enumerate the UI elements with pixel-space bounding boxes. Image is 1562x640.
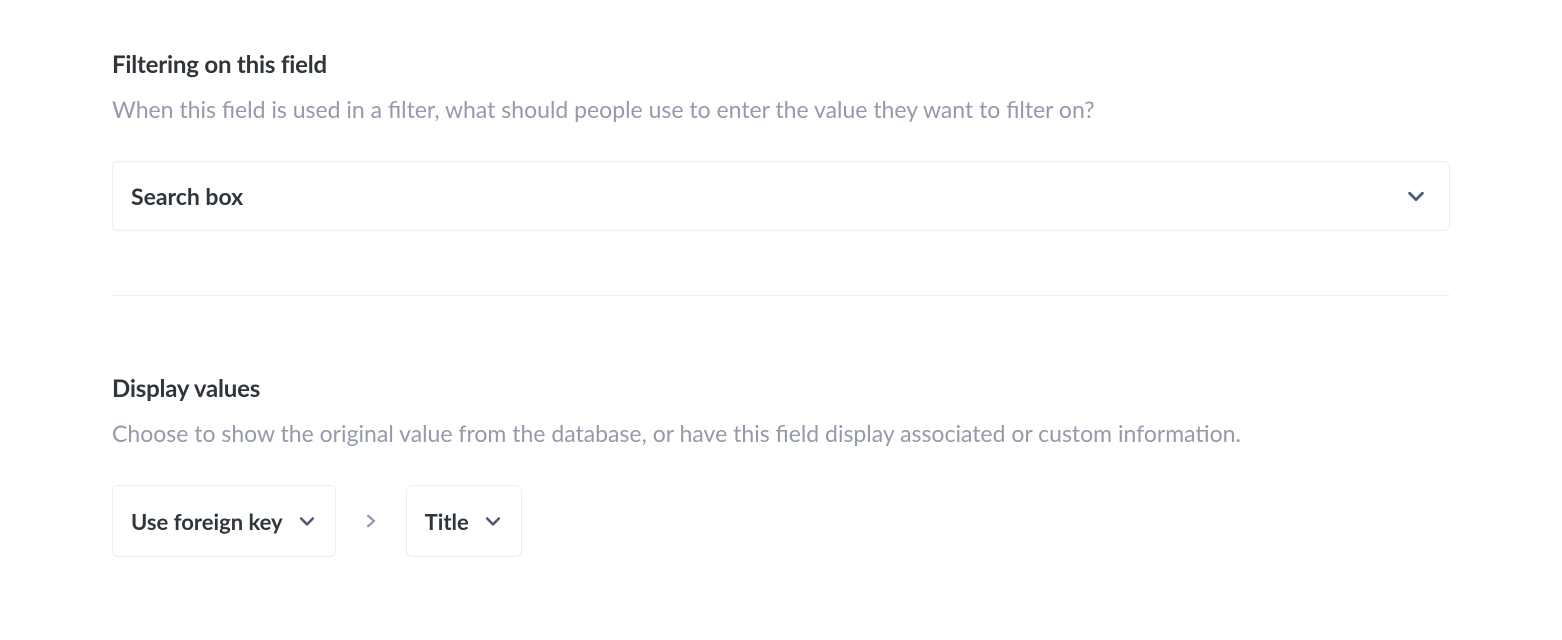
- display-values-title: Display values: [112, 374, 1450, 403]
- display-values-description: Choose to show the original value from t…: [112, 417, 1450, 449]
- chevron-down-icon: [483, 511, 503, 531]
- chevron-down-icon: [297, 511, 317, 531]
- foreign-key-select[interactable]: Use foreign key: [112, 485, 336, 557]
- display-values-section: Display values Choose to show the origin…: [112, 374, 1450, 557]
- filtering-select[interactable]: Search box: [112, 161, 1450, 231]
- section-divider: [112, 295, 1450, 296]
- filtering-description: When this field is used in a filter, wha…: [112, 93, 1450, 125]
- title-field-select-value: Title: [425, 508, 469, 535]
- chevron-right-icon: [362, 512, 380, 530]
- filtering-section: Filtering on this field When this field …: [112, 50, 1450, 231]
- chevron-down-icon: [1405, 185, 1427, 207]
- display-values-selects: Use foreign key Title: [112, 485, 1450, 557]
- title-field-select[interactable]: Title: [406, 485, 522, 557]
- foreign-key-select-value: Use foreign key: [131, 508, 283, 535]
- filtering-title: Filtering on this field: [112, 50, 1450, 79]
- filtering-select-value: Search box: [131, 182, 243, 210]
